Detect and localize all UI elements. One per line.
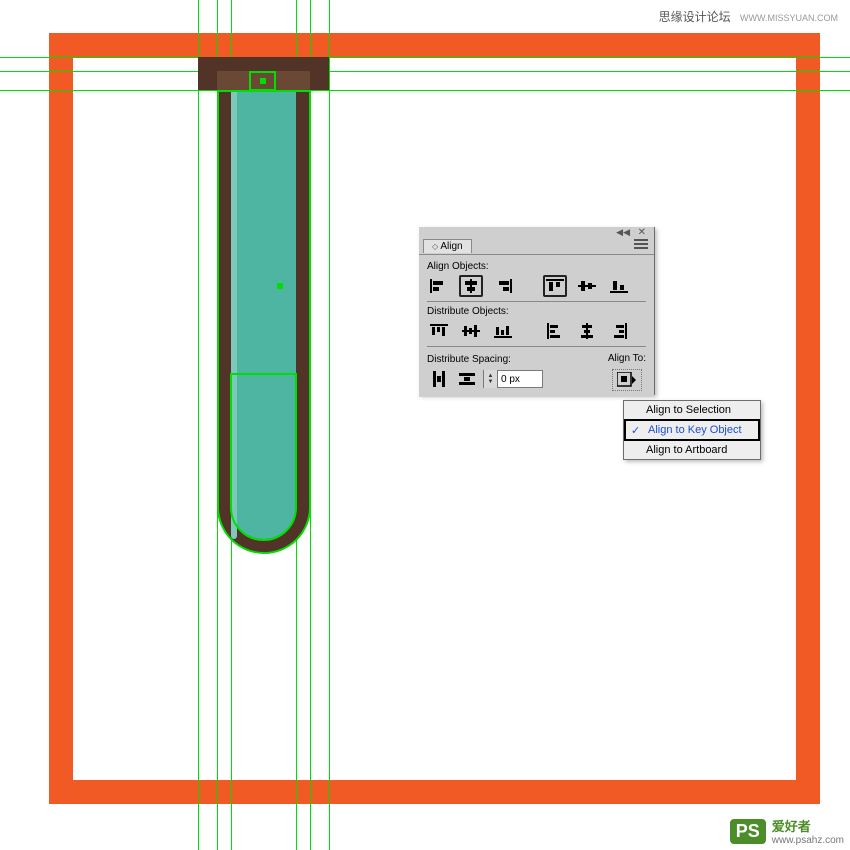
dist-right-icon[interactable] xyxy=(607,320,631,342)
panel-close-icon[interactable]: ✕ xyxy=(638,227,646,238)
watermark-bottom: PS 爱好者 www.psahz.com xyxy=(730,816,844,846)
dropdown-item[interactable]: Align to Artboard xyxy=(624,441,760,459)
watermark-top-url: WWW.MISSYUAN.COM xyxy=(740,13,838,23)
selection-center-handle[interactable] xyxy=(277,283,283,289)
dist-vcenter-icon[interactable] xyxy=(459,320,483,342)
dropdown-item[interactable]: ✓ Align to Key Object xyxy=(624,419,760,441)
stepper-icon[interactable]: ▲▼ xyxy=(484,370,498,388)
watermark-bottom-text: 爱好者 xyxy=(772,819,811,834)
dist-top-icon[interactable] xyxy=(427,320,451,342)
tube-liquid xyxy=(231,90,296,539)
distribute-objects-label: Distribute Objects: xyxy=(427,306,646,317)
align-tab-label: Align xyxy=(440,241,462,252)
selection-handle[interactable] xyxy=(260,78,266,84)
dist-bottom-icon[interactable] xyxy=(491,320,515,342)
spacing-input[interactable] xyxy=(498,371,542,387)
align-bottom-icon[interactable] xyxy=(607,275,631,297)
panel-collapse-icon[interactable]: ◀◀ xyxy=(616,227,630,238)
ps-badge: PS xyxy=(730,819,766,844)
align-left-icon[interactable] xyxy=(427,275,451,297)
panel-menu-icon[interactable] xyxy=(634,239,648,249)
tube-highlight xyxy=(231,90,237,539)
panel-titlebar[interactable]: ◀◀ ✕ xyxy=(419,227,654,235)
guide-vertical[interactable] xyxy=(310,0,311,850)
align-panel[interactable]: ◀◀ ✕ Align Align Objects: Distribute Obj… xyxy=(419,227,655,395)
align-tab[interactable]: Align xyxy=(423,239,472,253)
guide-horizontal[interactable] xyxy=(0,57,850,58)
distribute-spacing-label: Distribute Spacing: xyxy=(427,354,543,365)
dropdown-item-label: Align to Artboard xyxy=(646,444,727,456)
align-to-dropdown-button[interactable] xyxy=(612,369,642,391)
dist-hcenter-icon[interactable] xyxy=(575,320,599,342)
watermark-top: 思缘设计论坛 WWW.MISSYUAN.COM xyxy=(659,8,838,25)
align-vcenter-icon[interactable] xyxy=(575,275,599,297)
guide-vertical[interactable] xyxy=(198,0,199,850)
align-right-icon[interactable] xyxy=(491,275,515,297)
spacing-number-field[interactable]: ▲▼ xyxy=(483,370,543,388)
check-icon: ✓ xyxy=(631,424,640,437)
dropdown-item[interactable]: Align to Selection xyxy=(624,401,760,419)
align-hcenter-icon[interactable] xyxy=(459,275,483,297)
dist-space-h-icon[interactable] xyxy=(455,368,479,390)
guide-horizontal[interactable] xyxy=(0,71,850,72)
dropdown-item-label: Align to Key Object xyxy=(648,424,742,436)
dist-space-v-icon[interactable] xyxy=(427,368,451,390)
align-to-dropdown[interactable]: Align to Selection ✓ Align to Key Object Al… xyxy=(623,400,761,460)
align-to-keyobject-icon xyxy=(617,372,637,388)
watermark-bottom-url: www.psahz.com xyxy=(772,835,844,846)
align-top-icon[interactable] xyxy=(543,275,567,297)
guide-vertical[interactable] xyxy=(329,0,330,850)
align-to-label: Align To: xyxy=(608,353,646,364)
guide-horizontal[interactable] xyxy=(0,90,850,91)
dist-left-icon[interactable] xyxy=(543,320,567,342)
align-objects-label: Align Objects: xyxy=(427,261,646,272)
dropdown-item-label: Align to Selection xyxy=(646,404,731,416)
watermark-top-text: 思缘设计论坛 xyxy=(659,10,731,24)
